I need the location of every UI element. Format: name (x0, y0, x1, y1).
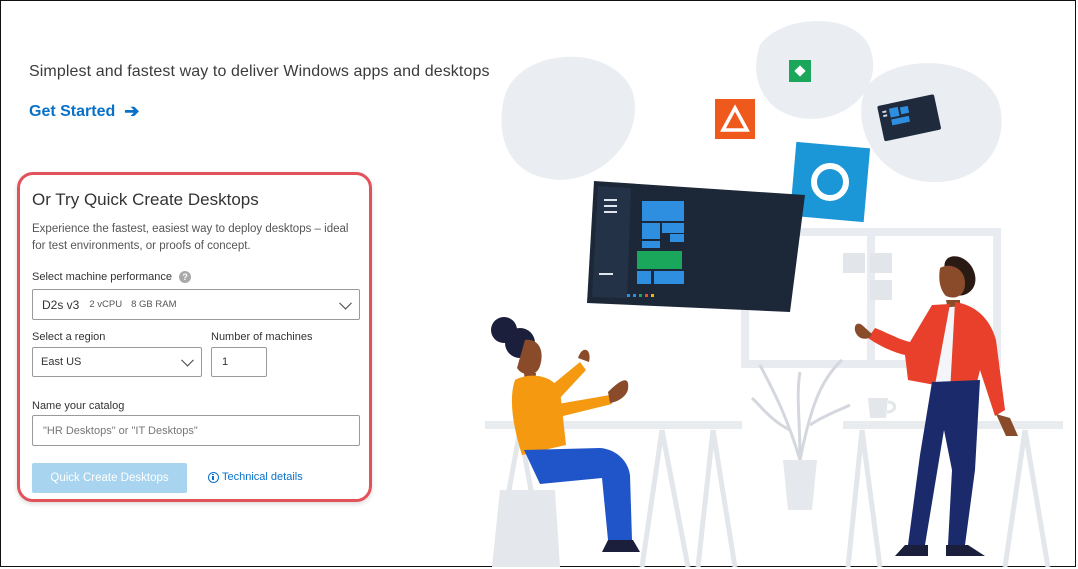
machine-performance-select[interactable]: D2s v3 2 vCPU 8 GB RAM (32, 289, 360, 320)
quick-create-desktops-button[interactable]: Quick Create Desktops (32, 463, 187, 493)
potted-plant (750, 358, 851, 461)
quick-create-description: Experience the fastest, easiest way to d… (32, 223, 349, 252)
performance-ram: 8 GB RAM (131, 299, 177, 310)
coffee-mug (868, 398, 888, 418)
region-value: East US (41, 356, 82, 368)
info-icon (208, 471, 219, 483)
performance-cpu: 2 vCPU (89, 299, 123, 310)
region-label: Select a region (32, 331, 106, 343)
performance-label: Select machine performance (32, 271, 173, 283)
performance-label-row: Select machine performance ? (32, 271, 192, 284)
number-of-machines-input[interactable]: 1 (211, 347, 267, 377)
tagline: Simplest and fastest way to deliver Wind… (29, 63, 490, 80)
get-started-label: Get Started (29, 102, 116, 120)
chevron-down-icon (181, 353, 194, 367)
machines-label: Number of machines (211, 331, 313, 343)
get-started-link[interactable]: Get Started ➔ (29, 101, 139, 122)
floating-desktop-screen (587, 181, 805, 312)
quick-create-title: Or Try Quick Create Desktops (32, 190, 259, 209)
catalog-label: Name your catalog (32, 400, 125, 412)
technical-details-link[interactable]: Technical details (208, 471, 303, 483)
orange-app-icon (715, 99, 755, 139)
quick-create-panel: Or Try Quick Create Desktops Experience … (17, 172, 372, 502)
hero-illustration (485, 20, 1063, 567)
technical-details-label: Technical details (222, 471, 303, 483)
arrow-right-icon: ➔ (124, 101, 140, 121)
catalog-name-input[interactable]: "HR Desktops" or "IT Desktops" (32, 415, 360, 446)
cloud-shape (501, 56, 635, 180)
help-icon[interactable]: ? (179, 271, 192, 284)
performance-name: D2s v3 (42, 297, 80, 312)
seated-person-illustration (491, 317, 640, 567)
green-app-icon (789, 60, 811, 82)
cloud-shape (756, 20, 874, 119)
region-select[interactable]: East US (32, 347, 202, 377)
chevron-down-icon (339, 296, 352, 310)
